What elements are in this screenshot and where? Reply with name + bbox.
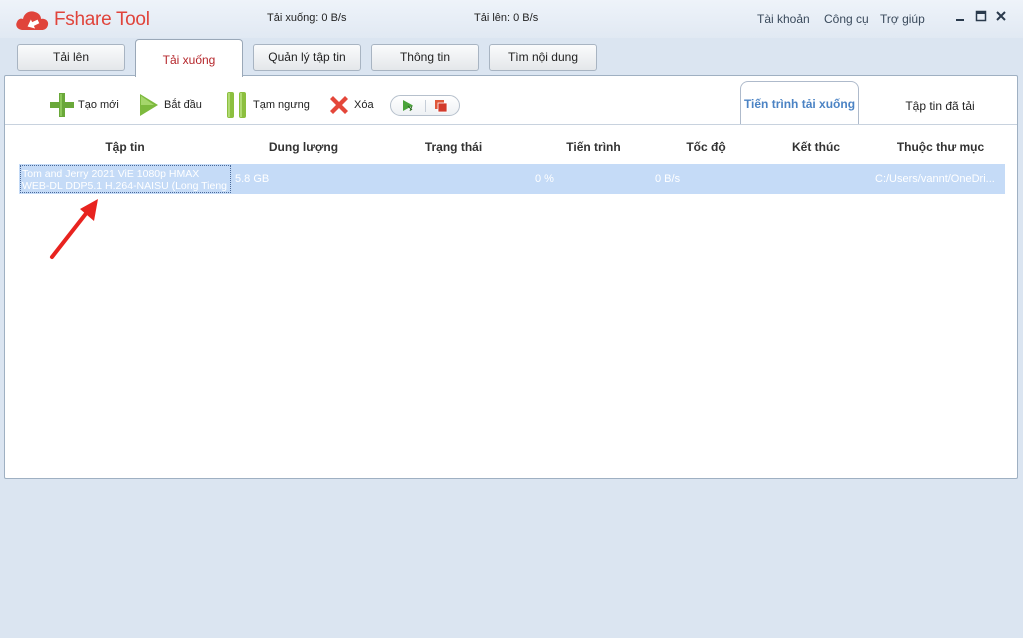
tab-download[interactable]: Tải xuống	[135, 39, 243, 77]
delete-button[interactable]: Xóa	[327, 92, 374, 118]
column-file[interactable]: Tập tin	[19, 140, 231, 154]
column-folder[interactable]: Thuộc thư mục	[876, 140, 1005, 154]
download-panel: Tạo mới Bắt đầu Tạm ngưng Xóa Tiến trình…	[4, 75, 1018, 479]
minimize-button[interactable]	[953, 9, 967, 23]
download-speed: Tải xuống: 0 B/s	[267, 12, 347, 24]
tab-search-content[interactable]: Tìm nội dung	[489, 44, 597, 71]
close-button[interactable]	[994, 9, 1008, 23]
new-label: Tạo mới	[78, 99, 119, 111]
tab-info[interactable]: Thông tin	[371, 44, 479, 71]
app-title: Fshare Tool	[54, 9, 150, 30]
file-size: 5.8 GB	[235, 173, 270, 185]
tab-file-manager[interactable]: Quản lý tập tin	[253, 44, 361, 71]
menu-tools[interactable]: Công cụ	[824, 12, 869, 26]
minimize-icon	[956, 19, 964, 21]
column-speed[interactable]: Tốc độ	[656, 140, 756, 154]
subtab-downloaded-files[interactable]: Tập tin đã tải	[875, 81, 1005, 125]
upload-speed: Tải lên: 0 B/s	[474, 12, 539, 24]
plus-icon	[50, 93, 74, 117]
delete-label: Xóa	[354, 99, 374, 111]
column-progress[interactable]: Tiến trình	[531, 140, 656, 154]
file-speed: 0 B/s	[655, 173, 681, 185]
column-finish[interactable]: Kết thúc	[756, 140, 876, 154]
file-name: Tom and Jerry 2021 ViE 1080p HMAX WEB-DL…	[20, 165, 231, 193]
x-icon	[330, 96, 348, 114]
maximize-button[interactable]	[974, 9, 988, 23]
table-row[interactable]: Tom and Jerry 2021 ViE 1080p HMAX WEB-DL…	[19, 164, 1005, 194]
annotation-arrow	[50, 199, 98, 259]
app-logo: Fshare Tool	[14, 8, 150, 32]
column-size[interactable]: Dung lượng	[231, 140, 376, 154]
file-folder: C:/Users/vannt/OneDri...	[875, 173, 995, 185]
table-header: Tập tin Dung lượng Trạng thái Tiến trình…	[19, 134, 1005, 162]
column-status[interactable]: Trạng thái	[376, 140, 531, 154]
pause-label: Tạm ngưng	[253, 99, 310, 111]
menu-help[interactable]: Trợ giúp	[880, 12, 925, 26]
cloud-upload-icon	[16, 11, 49, 30]
subtab-download-progress[interactable]: Tiến trình tải xuống	[740, 81, 859, 125]
divider	[5, 124, 1017, 125]
play-icon	[140, 94, 158, 116]
separator	[425, 100, 426, 112]
file-progress: 0 %	[535, 173, 554, 185]
menu-account[interactable]: Tài khoản	[757, 12, 810, 26]
start-button[interactable]: Bắt đầu	[137, 92, 202, 118]
quick-actions	[390, 95, 460, 116]
start-all-icon[interactable]	[400, 98, 418, 113]
pause-icon	[227, 92, 246, 118]
title-bar: Fshare Tool Tải xuống: 0 B/s Tải lên: 0 …	[0, 0, 1023, 38]
close-icon	[996, 11, 1006, 21]
maximize-icon	[975, 10, 987, 22]
new-button[interactable]: Tạo mới	[49, 92, 119, 118]
stop-all-icon[interactable]	[432, 98, 450, 113]
pause-button[interactable]: Tạm ngưng	[224, 92, 310, 118]
start-label: Bắt đầu	[164, 99, 202, 111]
tab-upload[interactable]: Tải lên	[17, 44, 125, 71]
